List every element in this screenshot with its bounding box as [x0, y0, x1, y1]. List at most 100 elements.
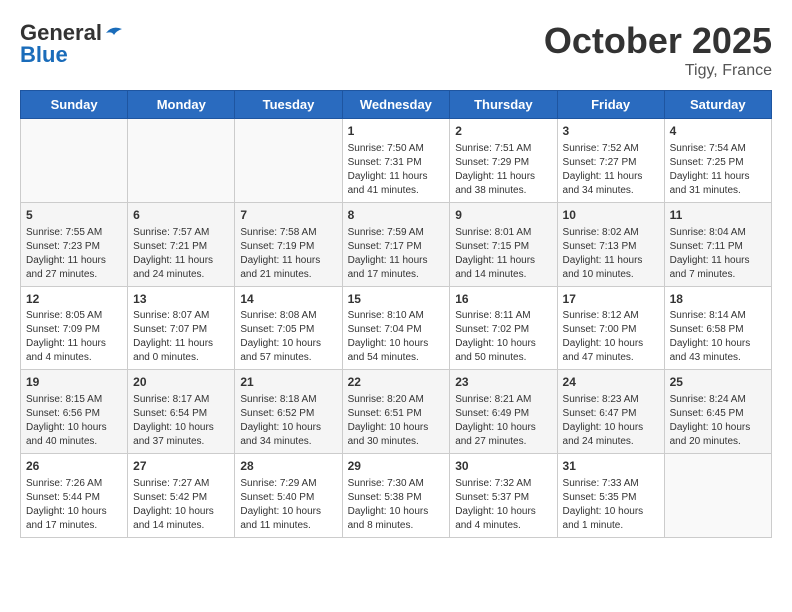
day-info: Sunrise: 8:18 AM Sunset: 6:52 PM Dayligh… — [240, 393, 336, 449]
day-number: 25 — [670, 374, 766, 391]
day-info: Sunrise: 8:17 AM Sunset: 6:54 PM Dayligh… — [133, 393, 229, 449]
day-info: Sunrise: 8:23 AM Sunset: 6:47 PM Dayligh… — [563, 393, 659, 449]
day-number: 22 — [348, 374, 445, 391]
calendar-cell: 10 Sunrise: 8:02 AM Sunset: 7:13 PM Dayli… — [557, 202, 664, 286]
calendar-cell: 15Sunrise: 8:10 AM Sunset: 7:04 PM Dayli… — [342, 286, 450, 370]
day-info: Sunrise: 8:10 AM Sunset: 7:04 PM Dayligh… — [348, 309, 445, 365]
calendar-cell — [664, 454, 771, 538]
day-number: 6 — [133, 207, 229, 224]
calendar-cell: 7 Sunrise: 7:58 AM Sunset: 7:19 PM Daylig… — [235, 202, 342, 286]
calendar-cell: 19Sunrise: 8:15 AM Sunset: 6:56 PM Dayli… — [21, 370, 128, 454]
day-number: 5 — [26, 207, 122, 224]
weekday-header-thursday: Thursday — [450, 91, 557, 119]
calendar-cell — [21, 119, 128, 203]
calendar-week-row: 26 Sunrise: 7:26 AM Sunset: 5:44 PM Dayli… — [21, 454, 772, 538]
day-number: 1 — [348, 123, 445, 140]
day-info: Sunrise: 8:15 AM Sunset: 6:56 PM Dayligh… — [26, 393, 122, 449]
logo-blue: Blue — [20, 42, 68, 68]
weekday-header-tuesday: Tuesday — [235, 91, 342, 119]
day-number: 10 — [563, 207, 659, 224]
day-number: 29 — [348, 458, 445, 475]
day-info: Sunrise: 8:21 AM Sunset: 6:49 PM Dayligh… — [455, 393, 551, 449]
day-number: 20 — [133, 374, 229, 391]
day-number: 7 — [240, 207, 336, 224]
month-title: October 2025 — [544, 20, 772, 62]
calendar-cell: 8 Sunrise: 7:59 AM Sunset: 7:17 PM Daylig… — [342, 202, 450, 286]
day-number: 28 — [240, 458, 336, 475]
calendar-cell: 14Sunrise: 8:08 AM Sunset: 7:05 PM Dayli… — [235, 286, 342, 370]
day-number: 31 — [563, 458, 659, 475]
calendar-cell: 21 Sunrise: 8:18 AM Sunset: 6:52 PM Dayli… — [235, 370, 342, 454]
calendar-cell: 26 Sunrise: 7:26 AM Sunset: 5:44 PM Dayli… — [21, 454, 128, 538]
logo-bird-icon — [104, 25, 124, 41]
day-number: 23 — [455, 374, 551, 391]
day-number: 16 — [455, 291, 551, 308]
day-info: Sunrise: 8:14 AM Sunset: 6:58 PM Dayligh… — [670, 309, 766, 365]
calendar-week-row: 12Sunrise: 8:05 AM Sunset: 7:09 PM Dayli… — [21, 286, 772, 370]
day-number: 27 — [133, 458, 229, 475]
calendar-cell: 24Sunrise: 8:23 AM Sunset: 6:47 PM Dayli… — [557, 370, 664, 454]
calendar-cell: 12Sunrise: 8:05 AM Sunset: 7:09 PM Dayli… — [21, 286, 128, 370]
day-info: Sunrise: 8:11 AM Sunset: 7:02 PM Dayligh… — [455, 309, 551, 365]
day-info: Sunrise: 8:05 AM Sunset: 7:09 PM Dayligh… — [26, 309, 122, 365]
calendar-week-row: 1 Sunrise: 7:50 AM Sunset: 7:31 PM Daylig… — [21, 119, 772, 203]
calendar-cell: 4Sunrise: 7:54 AM Sunset: 7:25 PM Daylig… — [664, 119, 771, 203]
day-info: Sunrise: 7:55 AM Sunset: 7:23 PM Dayligh… — [26, 226, 122, 282]
day-info: Sunrise: 7:29 AM Sunset: 5:40 PM Dayligh… — [240, 477, 336, 533]
day-info: Sunrise: 7:30 AM Sunset: 5:38 PM Dayligh… — [348, 477, 445, 533]
calendar-cell: 16Sunrise: 8:11 AM Sunset: 7:02 PM Dayli… — [450, 286, 557, 370]
calendar-cell: 27Sunrise: 7:27 AM Sunset: 5:42 PM Dayli… — [128, 454, 235, 538]
calendar-cell: 9 Sunrise: 8:01 AM Sunset: 7:15 PM Daylig… — [450, 202, 557, 286]
day-info: Sunrise: 7:58 AM Sunset: 7:19 PM Dayligh… — [240, 226, 336, 282]
calendar-cell: 2Sunrise: 7:51 AM Sunset: 7:29 PM Daylig… — [450, 119, 557, 203]
day-info: Sunrise: 7:26 AM Sunset: 5:44 PM Dayligh… — [26, 477, 122, 533]
day-number: 14 — [240, 291, 336, 308]
calendar-cell: 25 Sunrise: 8:24 AM Sunset: 6:45 PM Dayli… — [664, 370, 771, 454]
day-number: 15 — [348, 291, 445, 308]
day-info: Sunrise: 8:24 AM Sunset: 6:45 PM Dayligh… — [670, 393, 766, 449]
day-info: Sunrise: 7:50 AM Sunset: 7:31 PM Dayligh… — [348, 142, 445, 198]
calendar-cell: 3Sunrise: 7:52 AM Sunset: 7:27 PM Daylig… — [557, 119, 664, 203]
logo: General Blue — [20, 20, 124, 68]
calendar-cell: 17Sunrise: 8:12 AM Sunset: 7:00 PM Dayli… — [557, 286, 664, 370]
day-info: Sunrise: 8:04 AM Sunset: 7:11 PM Dayligh… — [670, 226, 766, 282]
day-info: Sunrise: 8:12 AM Sunset: 7:00 PM Dayligh… — [563, 309, 659, 365]
calendar-week-row: 5 Sunrise: 7:55 AM Sunset: 7:23 PM Daylig… — [21, 202, 772, 286]
day-info: Sunrise: 7:33 AM Sunset: 5:35 PM Dayligh… — [563, 477, 659, 533]
weekday-header-saturday: Saturday — [664, 91, 771, 119]
day-info: Sunrise: 7:52 AM Sunset: 7:27 PM Dayligh… — [563, 142, 659, 198]
calendar-cell: 11 Sunrise: 8:04 AM Sunset: 7:11 PM Dayli… — [664, 202, 771, 286]
calendar-cell: 6 Sunrise: 7:57 AM Sunset: 7:21 PM Daylig… — [128, 202, 235, 286]
day-number: 18 — [670, 291, 766, 308]
weekday-header-friday: Friday — [557, 91, 664, 119]
location: Tigy, France — [544, 62, 772, 80]
calendar-cell: 13Sunrise: 8:07 AM Sunset: 7:07 PM Dayli… — [128, 286, 235, 370]
calendar-header-row: SundayMondayTuesdayWednesdayThursdayFrid… — [21, 91, 772, 119]
weekday-header-wednesday: Wednesday — [342, 91, 450, 119]
day-number: 2 — [455, 123, 551, 140]
day-number: 9 — [455, 207, 551, 224]
day-info: Sunrise: 7:59 AM Sunset: 7:17 PM Dayligh… — [348, 226, 445, 282]
calendar-cell: 5 Sunrise: 7:55 AM Sunset: 7:23 PM Daylig… — [21, 202, 128, 286]
day-number: 8 — [348, 207, 445, 224]
calendar-cell — [235, 119, 342, 203]
calendar-cell: 22 Sunrise: 8:20 AM Sunset: 6:51 PM Dayli… — [342, 370, 450, 454]
calendar-week-row: 19Sunrise: 8:15 AM Sunset: 6:56 PM Dayli… — [21, 370, 772, 454]
day-number: 13 — [133, 291, 229, 308]
title-section: October 2025 Tigy, France — [544, 20, 772, 80]
day-info: Sunrise: 8:02 AM Sunset: 7:13 PM Dayligh… — [563, 226, 659, 282]
day-number: 11 — [670, 207, 766, 224]
calendar-cell: 31 Sunrise: 7:33 AM Sunset: 5:35 PM Dayli… — [557, 454, 664, 538]
day-number: 12 — [26, 291, 122, 308]
day-number: 26 — [26, 458, 122, 475]
day-number: 4 — [670, 123, 766, 140]
calendar-cell: 30Sunrise: 7:32 AM Sunset: 5:37 PM Dayli… — [450, 454, 557, 538]
day-info: Sunrise: 7:57 AM Sunset: 7:21 PM Dayligh… — [133, 226, 229, 282]
day-info: Sunrise: 8:08 AM Sunset: 7:05 PM Dayligh… — [240, 309, 336, 365]
day-info: Sunrise: 8:01 AM Sunset: 7:15 PM Dayligh… — [455, 226, 551, 282]
calendar-cell — [128, 119, 235, 203]
weekday-header-sunday: Sunday — [21, 91, 128, 119]
day-number: 21 — [240, 374, 336, 391]
day-info: Sunrise: 8:20 AM Sunset: 6:51 PM Dayligh… — [348, 393, 445, 449]
calendar-cell: 28 Sunrise: 7:29 AM Sunset: 5:40 PM Dayli… — [235, 454, 342, 538]
